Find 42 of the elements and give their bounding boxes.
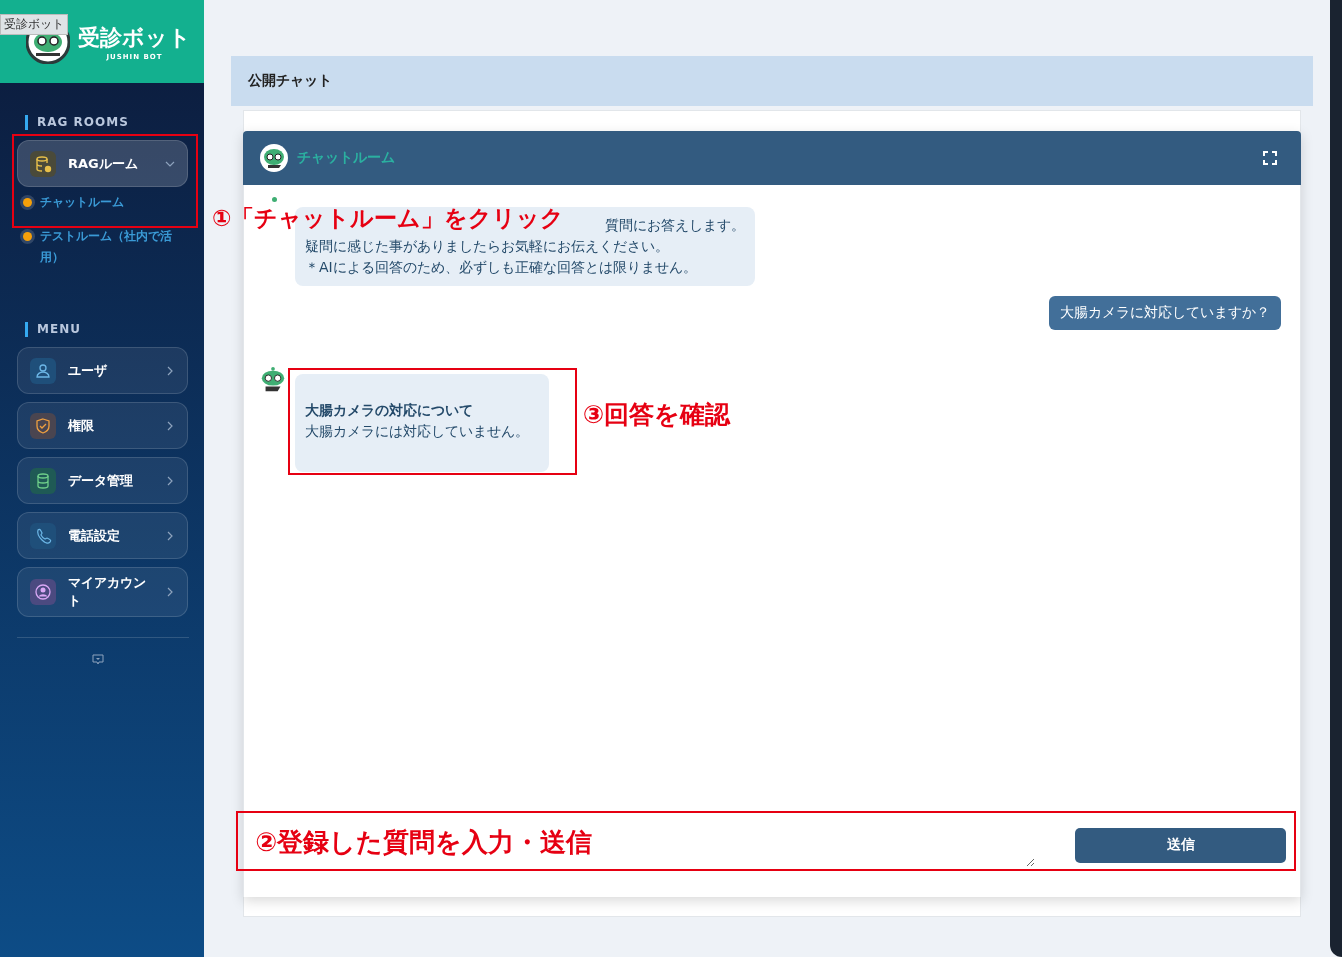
menu-item[interactable]: 権限 (17, 402, 188, 449)
room-link[interactable]: テストルーム（社内で活用） (40, 226, 184, 268)
shield-icon (30, 412, 56, 439)
chevron-right-icon (165, 530, 175, 541)
message-text: 大腸カメラに対応していますか？ (1060, 304, 1270, 322)
database-icon (30, 467, 56, 494)
chevron-right-icon (165, 365, 175, 376)
message-text: 大腸カメラには対応していません。 (305, 422, 530, 441)
message-text: 質問にお答えします。 (605, 216, 745, 235)
chat-title: チャットルーム (297, 149, 396, 167)
chevron-right-icon (165, 420, 175, 431)
menu-item[interactable]: データ管理 (17, 457, 188, 504)
annotation-text: ③回答を確認 (583, 399, 731, 431)
phone-icon (30, 522, 56, 549)
robot-avatar-icon (259, 366, 287, 394)
chevron-right-icon (165, 587, 175, 597)
section-heading: RAG ROOMS (25, 115, 204, 130)
tooltip: 受診ボット (0, 14, 68, 35)
fullscreen-icon[interactable] (1263, 151, 1277, 165)
user-icon (30, 357, 56, 384)
page-title: 公開チャット (248, 72, 332, 90)
chevron-right-icon (165, 475, 175, 486)
account-icon (30, 579, 56, 605)
menu-item[interactable]: マイアカウント (17, 567, 188, 617)
status-dot (272, 197, 277, 202)
annotation-text: ②登録した質問を入力・送信 (255, 826, 592, 859)
menu-item[interactable]: ユーザ (17, 347, 188, 394)
status-dot (23, 232, 32, 241)
message-heading: 大腸カメラの対応について (305, 401, 474, 420)
section-heading: MENU (25, 322, 204, 337)
room-link[interactable]: チャットルーム (40, 192, 124, 213)
message-text: 疑問に感じた事がありましたらお気軽にお伝えください。 (305, 237, 670, 256)
database-icon (30, 150, 56, 177)
menu-item[interactable]: 電話設定 (17, 512, 188, 559)
brand-name: 受診ボット (78, 23, 191, 52)
send-button[interactable]: 送信 (1075, 827, 1286, 863)
message-icon[interactable] (92, 654, 104, 666)
message-text: ＊AIによる回答のため、必ずしも正確な回答とは限りません。 (305, 258, 698, 277)
status-dot (23, 198, 32, 207)
rag-room-menu[interactable]: RAGルーム (17, 140, 188, 187)
annotation-text: ①「チャットルーム」をクリック (212, 204, 565, 232)
robot-avatar-icon (259, 143, 289, 173)
